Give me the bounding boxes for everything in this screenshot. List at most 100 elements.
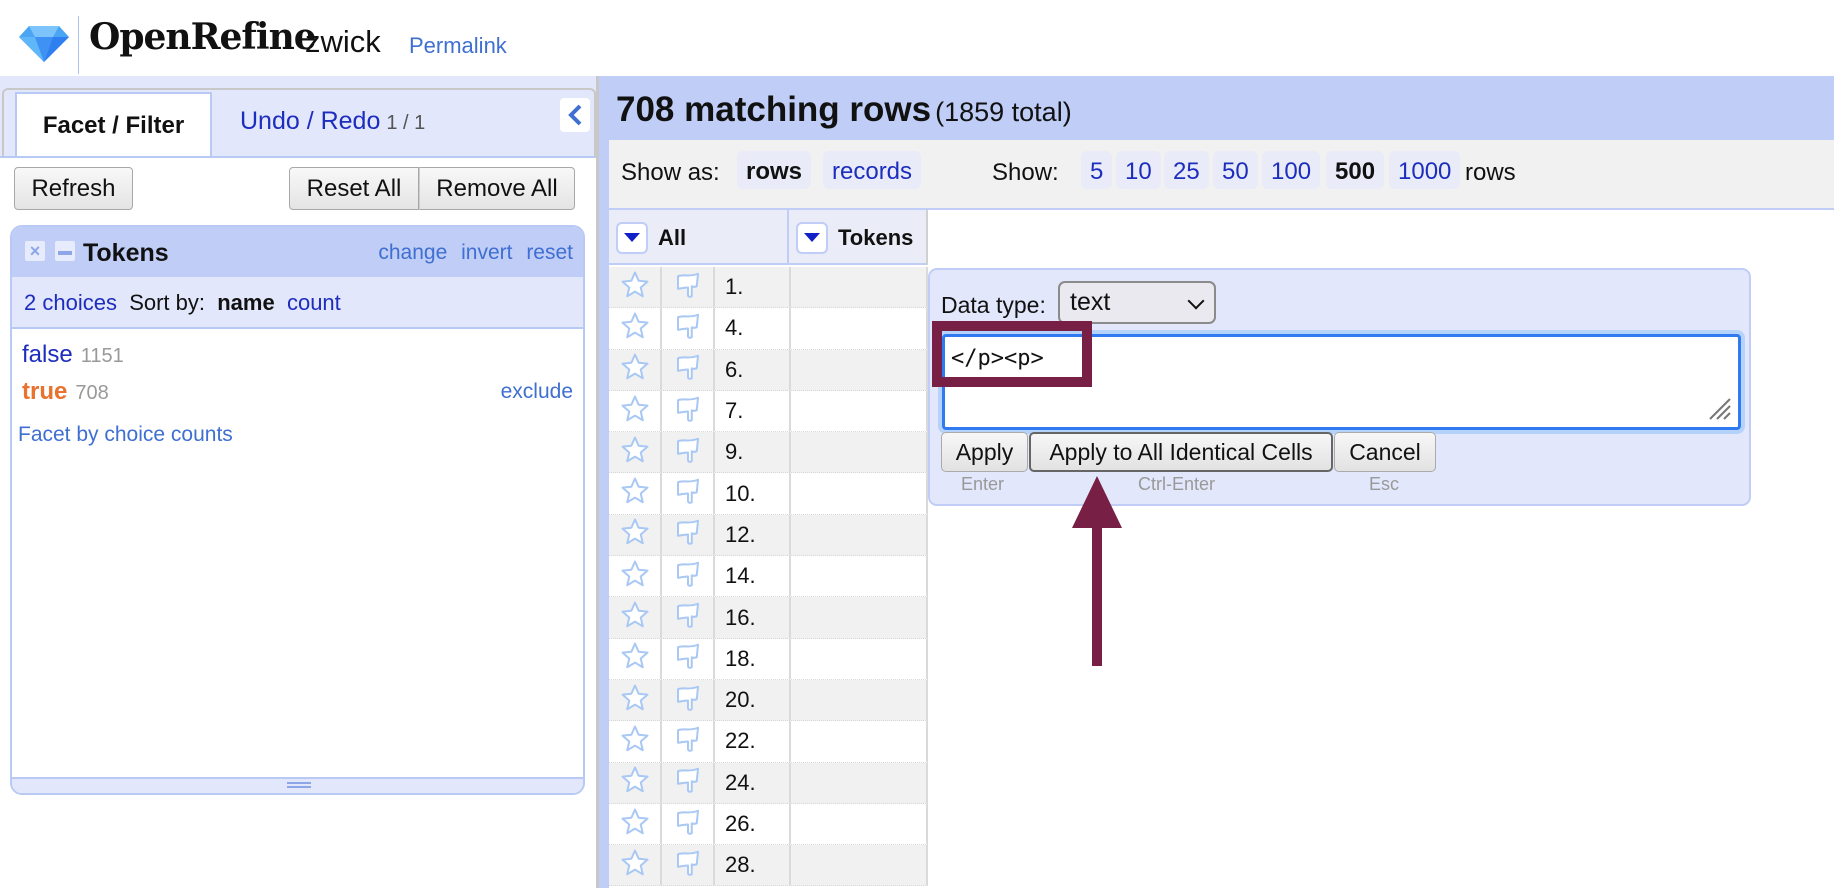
star-toggle[interactable]	[609, 845, 662, 886]
flag-icon	[673, 765, 703, 800]
remove-all-button[interactable]: Remove All	[419, 167, 575, 210]
tab-undo-redo[interactable]: Undo / Redo 1 / 1	[240, 107, 425, 136]
tokens-cell[interactable]	[791, 845, 928, 886]
sort-by-label: Sort by:	[129, 290, 205, 315]
page-size-10[interactable]: 10	[1116, 151, 1161, 189]
table-row: 4.	[609, 308, 928, 350]
cancel-button[interactable]: Cancel	[1334, 432, 1436, 472]
tokens-cell[interactable]	[791, 390, 928, 432]
tokens-cell[interactable]	[791, 514, 928, 556]
flag-icon	[673, 517, 703, 552]
page-size-500[interactable]: 500	[1326, 151, 1385, 189]
sort-by-count[interactable]: count	[287, 290, 341, 315]
column-menu-tokens-dropdown[interactable]	[796, 221, 828, 254]
star-icon	[620, 394, 650, 429]
facet-reset-link[interactable]: reset	[526, 241, 573, 264]
table-row: 1.	[609, 267, 928, 309]
facet-choice-true[interactable]: true 708	[22, 378, 109, 406]
star-toggle[interactable]	[609, 514, 662, 556]
star-toggle[interactable]	[609, 432, 662, 473]
minimize-icon[interactable]	[55, 241, 75, 261]
page-size-100[interactable]: 100	[1262, 151, 1321, 189]
total-rows: (1859 total)	[935, 97, 1072, 127]
star-toggle[interactable]	[609, 803, 662, 845]
tokens-cell[interactable]	[791, 432, 928, 473]
facet-choice-false[interactable]: false 1151	[22, 341, 124, 369]
tokens-cell[interactable]	[791, 556, 928, 597]
star-toggle[interactable]	[609, 349, 662, 390]
star-toggle[interactable]	[609, 308, 662, 349]
flag-toggle[interactable]	[662, 721, 715, 762]
flag-toggle[interactable]	[662, 349, 715, 390]
star-toggle[interactable]	[609, 721, 662, 762]
star-toggle[interactable]	[609, 762, 662, 803]
tokens-cell[interactable]	[791, 473, 928, 514]
page-size-25[interactable]: 25	[1164, 151, 1209, 189]
cancel-shortcut-hint: Esc	[1369, 474, 1400, 494]
choice-label: false	[22, 341, 73, 368]
permalink-link[interactable]: Permalink	[409, 33, 507, 59]
flag-toggle[interactable]	[662, 473, 715, 514]
refresh-button[interactable]: Refresh	[14, 167, 133, 210]
show-as-records[interactable]: records	[823, 151, 922, 189]
star-icon	[620, 352, 650, 387]
app-name[interactable]: OpenRefine	[89, 16, 317, 58]
cell-editor-value[interactable]	[942, 334, 1741, 430]
apply-to-all-identical-cells-button[interactable]: Apply to All Identical Cells	[1029, 432, 1333, 472]
facet-by-choice-counts-link[interactable]: Facet by choice counts	[18, 423, 233, 447]
flag-toggle[interactable]	[662, 390, 715, 432]
tokens-cell[interactable]	[791, 597, 928, 638]
apply-button[interactable]: Apply	[941, 432, 1028, 472]
flag-toggle[interactable]	[662, 556, 715, 597]
star-toggle[interactable]	[609, 597, 662, 638]
flag-toggle[interactable]	[662, 762, 715, 803]
tab-facet-filter[interactable]: Facet / Filter	[15, 92, 212, 158]
facet-change-link[interactable]: change	[378, 241, 447, 264]
sort-by-name[interactable]: name	[217, 290, 274, 315]
tokens-cell[interactable]	[791, 267, 928, 308]
flag-toggle[interactable]	[662, 638, 715, 679]
exclude-link[interactable]: exclude	[501, 380, 573, 404]
facet-tokens: × Tokens change invert reset 2 choices S…	[10, 225, 585, 795]
facet-invert-link[interactable]: invert	[461, 241, 512, 264]
project-name[interactable]: zwick	[305, 24, 381, 60]
data-type-select[interactable]: text	[1058, 281, 1216, 324]
flag-toggle[interactable]	[662, 845, 715, 886]
tokens-cell[interactable]	[791, 762, 928, 803]
tokens-cell[interactable]	[791, 721, 928, 762]
page-size-1000[interactable]: 1000	[1389, 151, 1461, 189]
show-as-rows[interactable]: rows	[737, 151, 812, 189]
star-toggle[interactable]	[609, 390, 662, 432]
star-toggle[interactable]	[609, 679, 662, 721]
flag-toggle[interactable]	[662, 514, 715, 556]
logo-divider	[78, 16, 79, 74]
flag-toggle[interactable]	[662, 432, 715, 473]
flag-icon	[673, 394, 703, 429]
flag-toggle[interactable]	[662, 803, 715, 845]
star-toggle[interactable]	[609, 267, 662, 308]
resize-grip-icon[interactable]	[1706, 395, 1732, 421]
collapse-panel-button[interactable]	[560, 98, 590, 132]
star-icon	[620, 641, 650, 676]
flag-toggle[interactable]	[662, 308, 715, 349]
flag-icon	[673, 476, 703, 511]
flag-icon	[673, 641, 703, 676]
star-toggle[interactable]	[609, 556, 662, 597]
page-size-50[interactable]: 50	[1213, 151, 1258, 189]
tokens-cell[interactable]	[791, 803, 928, 845]
tokens-cell[interactable]	[791, 308, 928, 349]
reset-all-button[interactable]: Reset All	[289, 167, 419, 210]
flag-toggle[interactable]	[662, 267, 715, 308]
flag-toggle[interactable]	[662, 679, 715, 721]
resize-handle[interactable]	[287, 782, 311, 788]
page-size-5[interactable]: 5	[1081, 151, 1113, 189]
column-menu-all-dropdown[interactable]	[616, 221, 648, 254]
flag-toggle[interactable]	[662, 597, 715, 638]
tokens-cell[interactable]	[791, 349, 928, 390]
tokens-cell[interactable]	[791, 638, 928, 679]
tokens-cell[interactable]	[791, 679, 928, 721]
star-toggle[interactable]	[609, 638, 662, 679]
star-toggle[interactable]	[609, 473, 662, 514]
close-icon[interactable]: ×	[25, 241, 45, 261]
choices-count-link[interactable]: 2 choices	[24, 290, 117, 315]
